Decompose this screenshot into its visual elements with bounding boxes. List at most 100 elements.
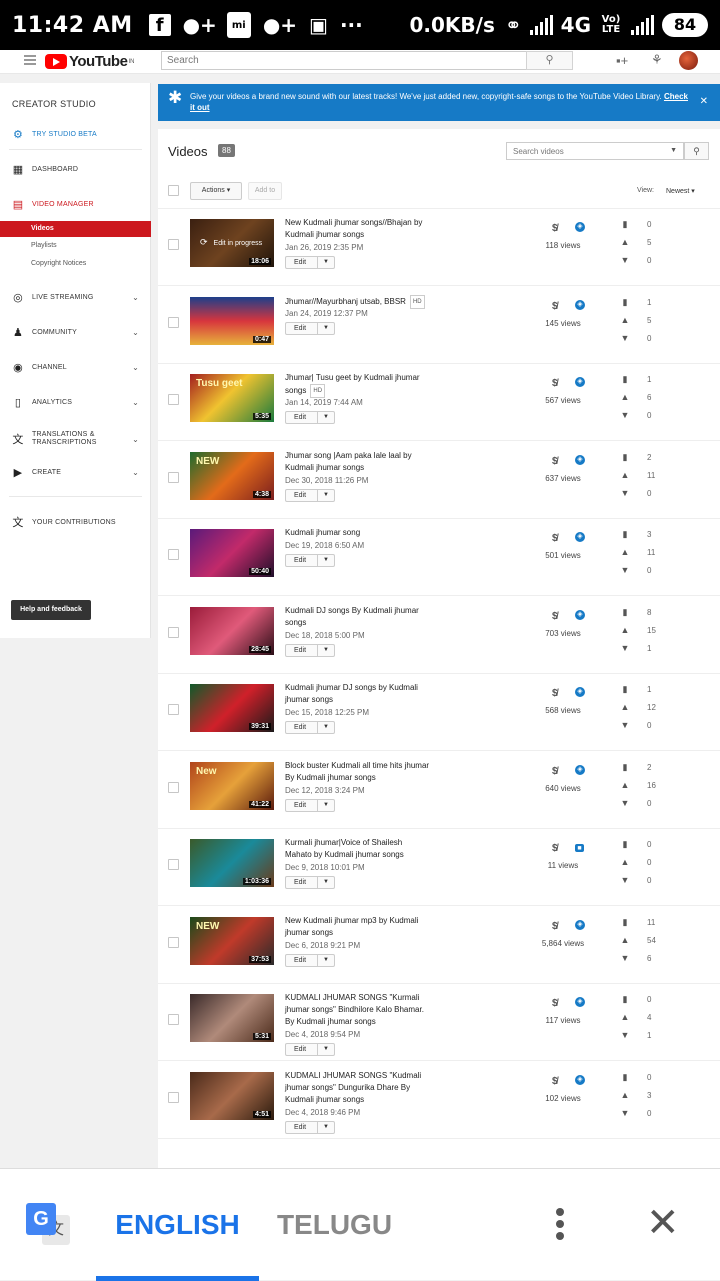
sidebar-item-dashboard[interactable]: ▦ DASHBOARD: [0, 159, 151, 179]
close-icon[interactable]: ✕: [646, 1201, 680, 1245]
avatar[interactable]: [679, 51, 698, 70]
globe-icon[interactable]: ◈: [575, 609, 585, 620]
dropdown-arrow-icon[interactable]: ▼: [317, 412, 334, 423]
dropdown-arrow-icon[interactable]: ▼: [317, 555, 334, 566]
globe-icon[interactable]: ◈: [575, 299, 585, 310]
search-input[interactable]: Search: [161, 51, 527, 70]
video-thumbnail[interactable]: 5:31: [190, 994, 274, 1042]
edit-button[interactable]: Edit ▼: [285, 256, 335, 269]
sidebar-item-video-manager[interactable]: ▤ VIDEO MANAGER: [0, 194, 151, 214]
youtube-logo[interactable]: YouTube IN: [45, 53, 134, 70]
video-checkbox[interactable]: [168, 859, 179, 870]
sidebar-item-try-studio-beta[interactable]: ⚙ TRY STUDIO BETA: [0, 124, 151, 144]
sidebar-item-create[interactable]: ▶ CREATE ⌄: [0, 462, 151, 482]
globe-icon[interactable]: ◈: [575, 454, 585, 465]
dropdown-arrow-icon[interactable]: ▼: [317, 877, 334, 888]
video-title[interactable]: Kudmali jhumar song: [285, 527, 430, 539]
monetization-off-icon[interactable]: $̸: [552, 1076, 558, 1087]
sidebar-item-community[interactable]: ♟ COMMUNITY ⌄: [0, 322, 151, 342]
video-title[interactable]: Jhumar| Tusu geet by Kudmali jhumar song…: [285, 372, 430, 398]
dropdown-arrow-icon[interactable]: ▼: [317, 1121, 334, 1133]
edit-button[interactable]: Edit ▼: [285, 643, 335, 657]
globe-icon[interactable]: ◈: [575, 687, 585, 697]
video-checkbox[interactable]: [168, 936, 179, 948]
monetization-off-icon[interactable]: $̸: [552, 998, 558, 1009]
globe-icon[interactable]: ◈: [575, 1074, 585, 1085]
menu-icon[interactable]: [24, 55, 36, 65]
monetization-off-icon[interactable]: $̸: [552, 533, 558, 544]
video-thumbnail[interactable]: ⟳ Edit in progress 18:06: [190, 219, 274, 267]
edit-button[interactable]: Edit ▼: [285, 1120, 335, 1134]
edit-button[interactable]: Edit ▼: [285, 953, 335, 967]
actions-button[interactable]: Actions ▾: [190, 182, 242, 200]
video-thumbnail[interactable]: 1:03:36: [190, 839, 274, 887]
dropdown-arrow-icon[interactable]: ▼: [317, 489, 334, 501]
monetization-off-icon[interactable]: $̸: [552, 378, 558, 389]
edit-button[interactable]: Edit ▼: [285, 321, 335, 335]
globe-icon[interactable]: ◈: [575, 997, 585, 1007]
lock-icon[interactable]: ■: [575, 844, 584, 852]
google-translate-icon[interactable]: 文 G: [26, 1203, 70, 1247]
video-title[interactable]: New Kudmali jhumar mp3 by Kudmali jhumar…: [285, 915, 430, 939]
video-title[interactable]: Kudmali DJ songs By Kudmali jhumar songs: [285, 605, 430, 629]
video-checkbox[interactable]: [168, 394, 179, 405]
monetization-off-icon[interactable]: $̸: [552, 688, 558, 699]
video-thumbnail[interactable]: NEW 37:53: [190, 916, 274, 965]
video-title[interactable]: New Kudmali jhumar songs//Bhajan by Kudm…: [285, 217, 430, 241]
close-icon[interactable]: ✕: [700, 96, 708, 107]
video-title[interactable]: KUDMALI JHUMAR SONGS "Kudmali jhumar son…: [285, 1070, 430, 1106]
dropdown-arrow-icon[interactable]: ▼: [317, 722, 334, 733]
dropdown-arrow-icon[interactable]: ▼: [317, 322, 334, 334]
video-checkbox[interactable]: [168, 316, 179, 328]
more-options-icon[interactable]: [552, 1205, 568, 1245]
video-thumbnail[interactable]: 39:31: [190, 684, 274, 732]
sidebar-sub-videos[interactable]: Videos: [0, 221, 151, 237]
dropdown-arrow-icon[interactable]: ▼: [317, 799, 334, 811]
sidebar-sub-playlists[interactable]: Playlists: [0, 238, 151, 254]
monetization-off-icon[interactable]: $̸: [552, 921, 558, 932]
video-checkbox[interactable]: [168, 781, 179, 793]
search-videos-input[interactable]: Search videos ▼: [506, 142, 684, 160]
video-thumbnail[interactable]: 28:45: [190, 606, 274, 655]
video-checkbox[interactable]: [168, 704, 179, 715]
lang-tab-english[interactable]: ENGLISH: [96, 1199, 259, 1281]
search-button[interactable]: ⚲: [526, 51, 573, 70]
video-title[interactable]: Jhumar song |Aam paka lale laal by Kudma…: [285, 450, 430, 474]
video-thumbnail[interactable]: 4:51: [190, 1071, 274, 1120]
video-title[interactable]: Jhumar//Mayurbhanj utsab, BBSR HD: [285, 294, 430, 309]
edit-button[interactable]: Edit ▼: [285, 876, 335, 889]
video-thumbnail[interactable]: NEW 4:38: [190, 451, 274, 500]
video-checkbox[interactable]: [168, 471, 179, 483]
globe-icon[interactable]: ◈: [575, 919, 585, 930]
video-title[interactable]: Kurmali jhumar|Voice of Shailesh Mahato …: [285, 837, 430, 861]
video-title[interactable]: Kudmali jhumar DJ songs by Kudmali jhuma…: [285, 682, 430, 706]
edit-button[interactable]: Edit ▼: [285, 488, 335, 502]
monetization-off-icon[interactable]: $̸: [552, 843, 558, 854]
select-all-checkbox[interactable]: [168, 185, 179, 196]
sidebar-item-contributions[interactable]: 文 YOUR CONTRIBUTIONS: [0, 512, 151, 532]
video-checkbox[interactable]: [168, 1091, 179, 1103]
add-to-button[interactable]: Add to: [248, 182, 282, 200]
globe-icon[interactable]: ◈: [575, 222, 585, 232]
upload-icon[interactable]: ▪+: [616, 53, 628, 68]
globe-icon[interactable]: ◈: [575, 764, 585, 775]
video-checkbox[interactable]: [168, 549, 179, 560]
video-thumbnail[interactable]: New 41:22: [190, 761, 274, 810]
sidebar-item-translations[interactable]: 文 TRANSLATIONS & TRANSCRIPTIONS ⌄: [0, 427, 151, 451]
sort-select[interactable]: Newest ▾: [666, 187, 695, 195]
video-thumbnail[interactable]: 0:47: [190, 296, 274, 345]
monetization-off-icon[interactable]: $̸: [552, 766, 558, 777]
dropdown-arrow-icon[interactable]: ▼: [317, 1044, 334, 1055]
dropdown-arrow-icon[interactable]: ▼: [317, 257, 334, 268]
edit-button[interactable]: Edit ▼: [285, 798, 335, 812]
dropdown-arrow-icon[interactable]: ▼: [317, 954, 334, 966]
globe-icon[interactable]: ◈: [575, 377, 585, 387]
video-title[interactable]: Block buster Kudmali all time hits jhuma…: [285, 760, 430, 784]
globe-icon[interactable]: ◈: [575, 532, 585, 542]
video-thumbnail[interactable]: 50:40: [190, 529, 274, 577]
dropdown-arrow-icon[interactable]: ▼: [670, 147, 677, 154]
edit-button[interactable]: Edit ▼: [285, 1043, 335, 1056]
monetization-off-icon[interactable]: $̸: [552, 456, 558, 467]
edit-button[interactable]: Edit ▼: [285, 554, 335, 567]
sidebar-sub-copyright[interactable]: Copyright Notices: [0, 256, 151, 272]
